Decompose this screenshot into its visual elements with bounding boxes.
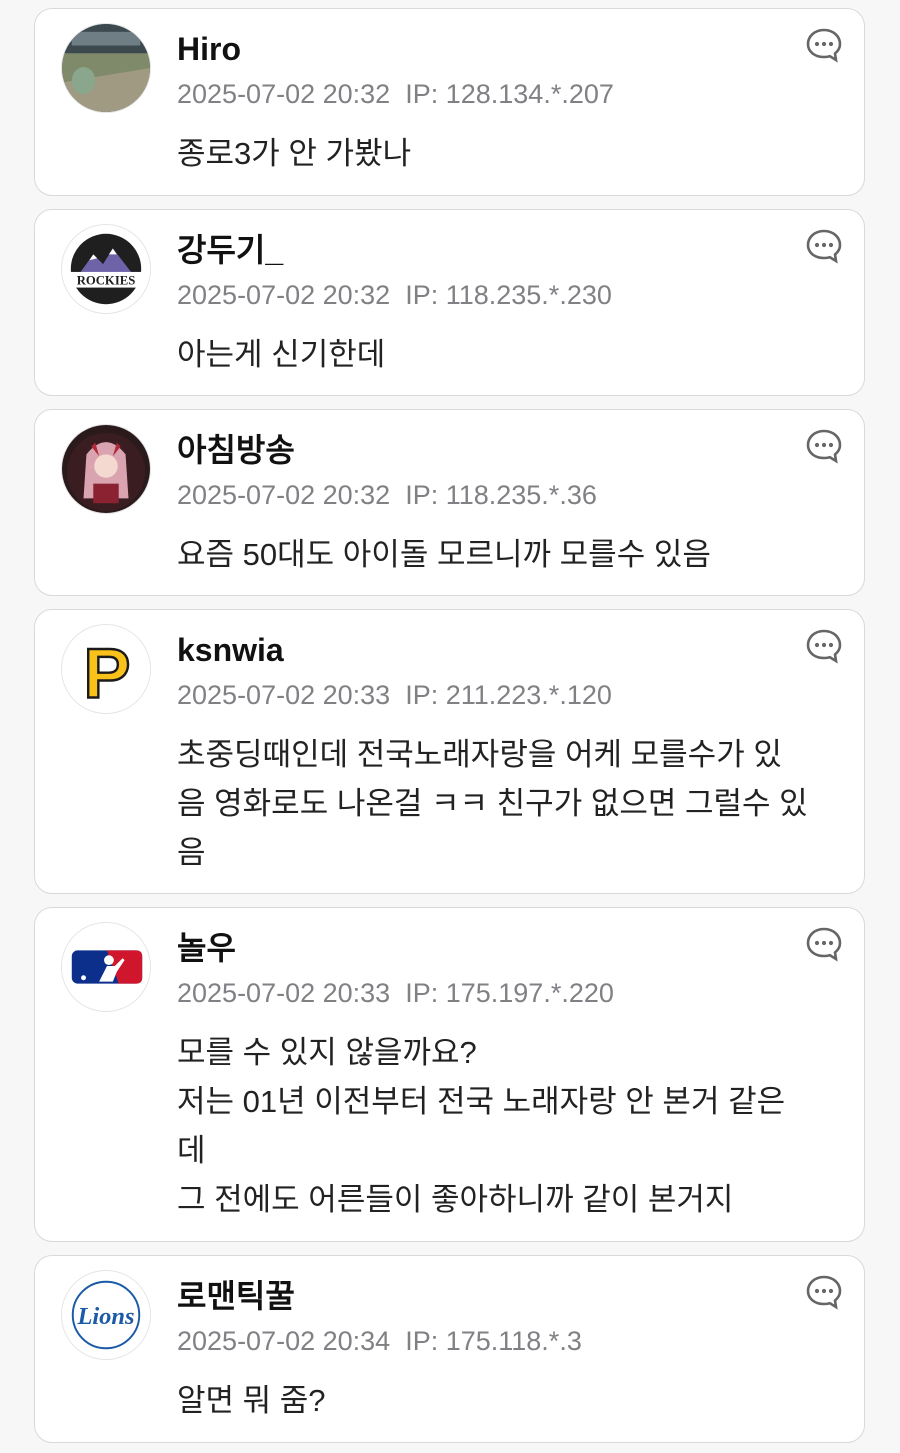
reply-icon[interactable] — [804, 924, 844, 964]
ip-address: IP: 175.197.*.220 — [405, 978, 614, 1008]
timestamp: 2025-07-02 20:33 — [177, 680, 391, 710]
comment-meta: 2025-07-02 20:34 IP: 175.118.*.3 — [177, 1324, 582, 1358]
comment-line: 종로3가 안 가봤나 — [177, 136, 412, 171]
reply-icon[interactable] — [804, 626, 844, 666]
rockies-logo-icon: ROCKIES — [62, 225, 150, 313]
comment-body: 모를 수 있지 않을까요? 저는 01년 이전부터 전국 노래자랑 안 본거 같… — [177, 1028, 857, 1224]
comment-line: 데 — [177, 1133, 206, 1168]
avatar[interactable] — [61, 424, 151, 514]
comment-meta: 2025-07-02 20:32 IP: 118.235.*.230 — [177, 278, 612, 312]
comment-line: 모를 수 있지 않을까요? — [177, 1035, 477, 1070]
comment-meta: 2025-07-02 20:32 IP: 118.235.*.36 — [177, 478, 597, 512]
comment-body: 알면 뭐 줌? — [177, 1376, 857, 1425]
comment-line: 초중딩때인데 전국노래자랑을 어케 모를수가 있 — [177, 737, 782, 772]
timestamp: 2025-07-02 20:34 — [177, 1326, 391, 1356]
reply-icon[interactable] — [804, 1272, 844, 1312]
reply-icon[interactable] — [804, 426, 844, 466]
timestamp: 2025-07-02 20:33 — [177, 978, 391, 1008]
comment-body: 요즘 50대도 아이돌 모르니까 모를수 있음 — [177, 530, 857, 579]
comment-body: 초중딩때인데 전국노래자랑을 어케 모를수가 있 음 영화로도 나온걸 ㅋㅋ 친… — [177, 730, 857, 877]
stadium-photo-icon — [62, 24, 150, 112]
nickname[interactable]: 아침방송 — [177, 430, 295, 470]
ip-address: IP: 211.223.*.120 — [405, 680, 612, 710]
ip-address: IP: 118.235.*.230 — [405, 280, 612, 310]
nickname[interactable]: 강두기_ — [177, 230, 283, 270]
comment-line: 그 전에도 어른들이 좋아하니까 같이 본거지 — [177, 1182, 734, 1217]
timestamp: 2025-07-02 20:32 — [177, 480, 391, 510]
reply-icon[interactable] — [804, 226, 844, 266]
nickname[interactable]: 로맨틱꿀 — [177, 1276, 295, 1316]
comment-line: 음 — [177, 835, 206, 870]
comment-line: 알면 뭐 줌? — [177, 1383, 326, 1418]
ip-address: IP: 118.235.*.36 — [405, 480, 597, 510]
comment-card: ROCKIES 강두기_ 2025-07-02 20:32 IP: 118.23… — [34, 209, 865, 396]
comment-body: 아는게 신기한데 — [177, 330, 857, 379]
timestamp: 2025-07-02 20:32 — [177, 280, 391, 310]
pirates-logo-icon: P — [62, 625, 150, 713]
avatar-text: P — [84, 633, 131, 712]
comment-meta: 2025-07-02 20:32 IP: 128.134.*.207 — [177, 77, 614, 111]
avatar-text: ROCKIES — [77, 274, 136, 288]
comment-line: 아는게 신기한데 — [177, 337, 386, 372]
reply-icon[interactable] — [804, 25, 844, 65]
avatar[interactable] — [61, 922, 151, 1012]
ip-address: IP: 175.118.*.3 — [405, 1326, 582, 1356]
comment-card: 아침방송 2025-07-02 20:32 IP: 118.235.*.36 요… — [34, 409, 865, 596]
anime-character-icon — [62, 425, 150, 513]
timestamp: 2025-07-02 20:32 — [177, 79, 391, 109]
avatar[interactable] — [61, 23, 151, 113]
comment-line: 음 영화로도 나온걸 ㅋㅋ 친구가 없으면 그럴수 있 — [177, 786, 808, 821]
lions-logo-icon: Lions — [62, 1271, 150, 1359]
nickname[interactable]: Hiro — [177, 29, 241, 69]
comment-card: 놀우 2025-07-02 20:33 IP: 175.197.*.220 모를… — [34, 907, 865, 1242]
avatar[interactable]: Lions — [61, 1270, 151, 1360]
avatar[interactable]: ROCKIES — [61, 224, 151, 314]
avatar[interactable]: P — [61, 624, 151, 714]
comment-line: 요즘 50대도 아이돌 모르니까 모를수 있음 — [177, 537, 711, 572]
comment-line: 저는 01년 이전부터 전국 노래자랑 안 본거 같은 — [177, 1084, 786, 1119]
nickname[interactable]: ksnwia — [177, 630, 284, 670]
comment-card: Lions 로맨틱꿀 2025-07-02 20:34 IP: 175.118.… — [34, 1255, 865, 1443]
nickname[interactable]: 놀우 — [177, 928, 236, 968]
comment-meta: 2025-07-02 20:33 IP: 211.223.*.120 — [177, 678, 612, 712]
mlb-logo-icon — [62, 923, 150, 1011]
comment-meta: 2025-07-02 20:33 IP: 175.197.*.220 — [177, 976, 614, 1010]
avatar-text: Lions — [76, 1303, 134, 1330]
comment-card: Hiro 2025-07-02 20:32 IP: 128.134.*.207 … — [34, 8, 865, 196]
ip-address: IP: 128.134.*.207 — [405, 79, 614, 109]
comment-card: P ksnwia 2025-07-02 20:33 IP: 211.223.*.… — [34, 609, 865, 894]
comment-body: 종로3가 안 가봤나 — [177, 129, 857, 178]
